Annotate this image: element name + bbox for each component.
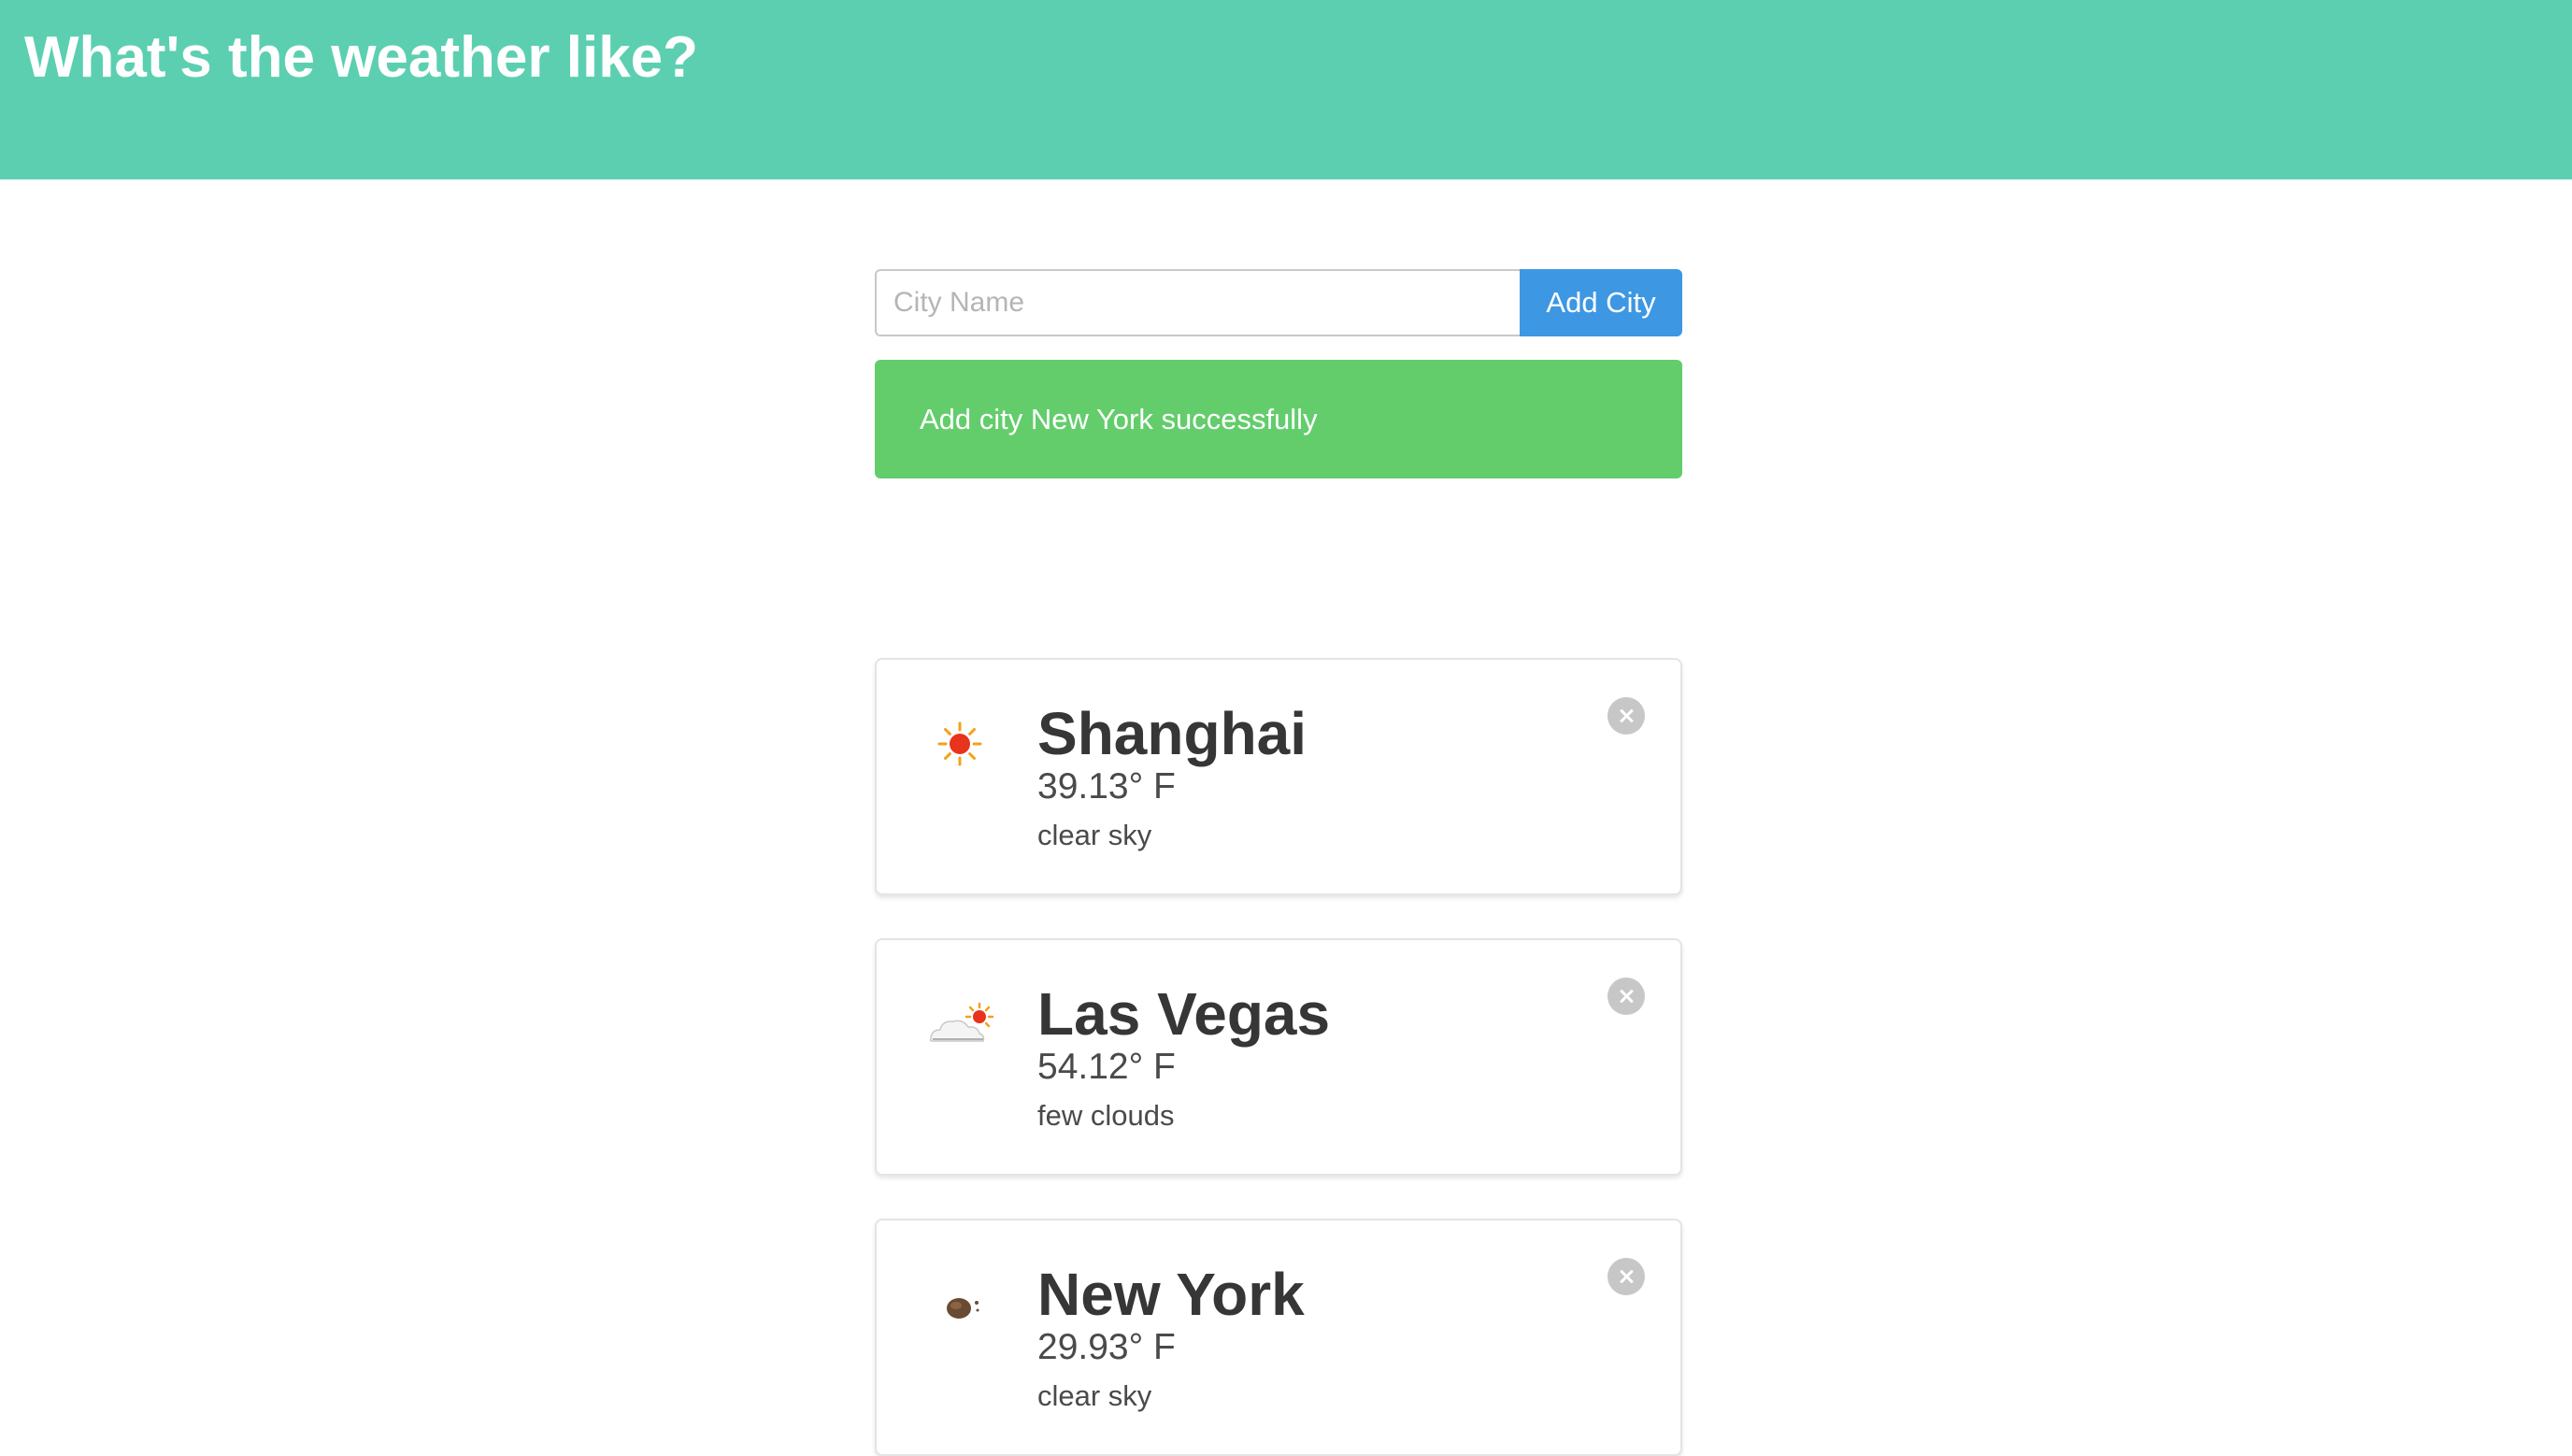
moon-icon [925,1277,1000,1333]
cloud-sun-icon [925,996,1000,1052]
delete-city-button[interactable] [1608,1258,1645,1295]
sun-icon [925,716,1000,772]
page-header: What's the weather like? [0,0,2572,179]
add-city-button[interactable]: Add City [1520,269,1682,336]
city-card-shanghai: Shanghai 39.13° F clear sky [875,658,1682,895]
city-name: Las Vegas [1037,980,1331,1048]
city-name: Shanghai [1037,700,1307,767]
city-temperature: 39.13° F [1037,766,1176,807]
delete-city-button[interactable] [1608,697,1645,735]
city-card-las-vegas: Las Vegas 54.12° F few clouds [875,938,1682,1176]
success-notification: Add city New York successfully [875,360,1682,478]
city-weather-description: clear sky [1037,1379,1152,1412]
delete-city-button[interactable] [1608,978,1645,1015]
city-temperature: 29.93° F [1037,1327,1176,1367]
notification-message: Add city New York successfully [920,402,1318,435]
city-name-input[interactable] [875,269,1520,336]
page-title: What's the weather like? [24,25,699,90]
city-weather-description: few clouds [1037,1099,1175,1132]
city-temperature: 54.12° F [1037,1047,1176,1087]
add-city-form: Add City [875,269,1682,336]
city-weather-description: clear sky [1037,819,1152,851]
city-name: New York [1037,1261,1305,1328]
city-card-new-york: New York 29.93° F clear sky [875,1219,1682,1456]
